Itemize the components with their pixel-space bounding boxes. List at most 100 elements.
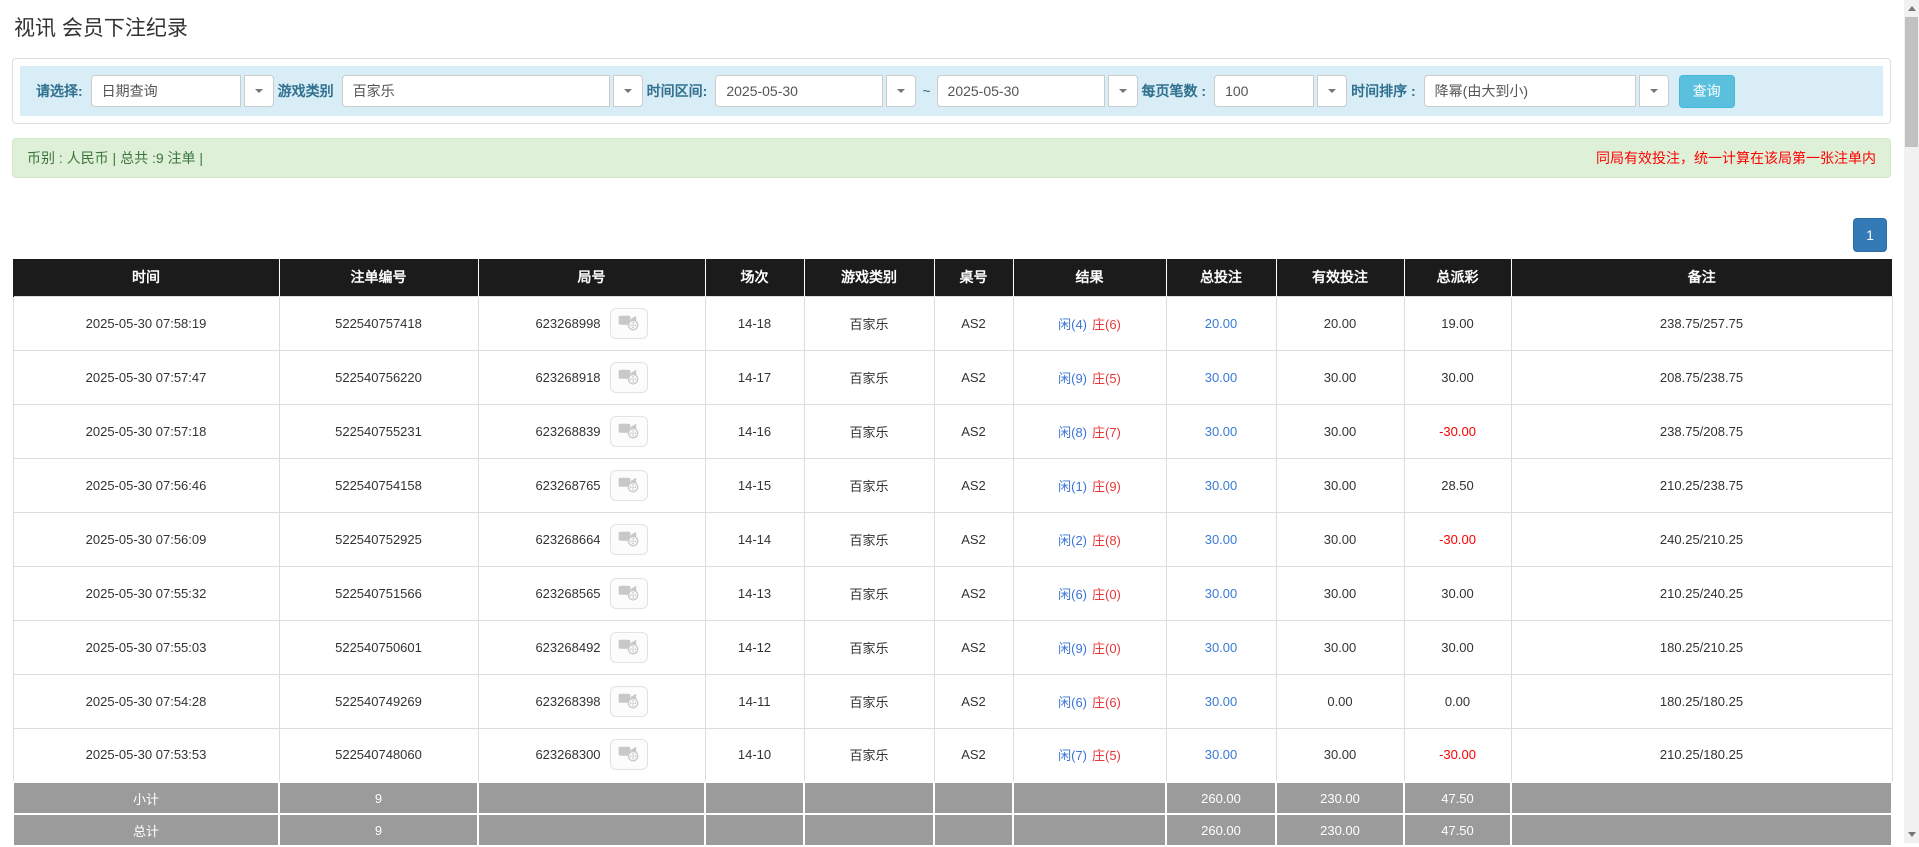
table-row: 2025-05-30 07:57:18522540755231623268839… bbox=[13, 404, 1892, 458]
video-replay-button[interactable] bbox=[610, 739, 648, 770]
cell-total-bet: 30.00 bbox=[1166, 350, 1276, 404]
video-replay-button[interactable] bbox=[610, 362, 648, 393]
game-type-select[interactable]: 百家乐 bbox=[342, 75, 643, 107]
video-replay-button[interactable] bbox=[610, 524, 648, 555]
footer-count: 9 bbox=[279, 782, 478, 814]
caret-down-icon[interactable] bbox=[613, 75, 643, 107]
column-header: 有效投注 bbox=[1276, 259, 1404, 296]
cell-game-type: 百家乐 bbox=[804, 350, 934, 404]
table-header-row: 时间注单编号局号场次游戏类别桌号结果总投注有效投注总派彩备注 bbox=[13, 259, 1892, 296]
result-banker: 庄(5) bbox=[1092, 748, 1121, 763]
same-round-notice: 同局有效投注，统一计算在该局第一张注单内 bbox=[1596, 148, 1876, 168]
column-header: 时间 bbox=[13, 259, 279, 296]
round-number: 623268664 bbox=[535, 532, 600, 547]
video-replay-button[interactable] bbox=[610, 308, 648, 339]
footer-empty bbox=[804, 814, 934, 846]
cell-total-bet: 30.00 bbox=[1166, 728, 1276, 782]
scroll-down-icon[interactable] bbox=[1904, 826, 1919, 843]
cell-result: 闲(1)庄(9) bbox=[1013, 458, 1166, 512]
total-bet-link[interactable]: 30.00 bbox=[1205, 640, 1238, 655]
search-button[interactable]: 查询 bbox=[1679, 75, 1735, 108]
total-bet-link[interactable]: 30.00 bbox=[1205, 424, 1238, 439]
result-player: 闲(9) bbox=[1058, 371, 1087, 386]
video-replay-button[interactable] bbox=[610, 578, 648, 609]
total-bet-link[interactable]: 30.00 bbox=[1205, 532, 1238, 547]
cell-remark: 180.25/210.25 bbox=[1511, 620, 1892, 674]
cell-table-no: AS2 bbox=[934, 620, 1013, 674]
cell-total-bet: 30.00 bbox=[1166, 620, 1276, 674]
query-type-select[interactable]: 日期查询 bbox=[91, 75, 274, 107]
scrollbar-thumb[interactable] bbox=[1905, 17, 1918, 147]
footer-empty bbox=[478, 814, 705, 846]
video-replay-button[interactable] bbox=[610, 416, 648, 447]
video-replay-button[interactable] bbox=[610, 632, 648, 663]
caret-down-icon[interactable] bbox=[1317, 75, 1347, 107]
cell-round: 623268765 bbox=[478, 458, 705, 512]
cell-game-type: 百家乐 bbox=[804, 674, 934, 728]
scrollbar[interactable] bbox=[1904, 0, 1919, 843]
cell-valid-bet: 20.00 bbox=[1276, 296, 1404, 350]
table-row: 2025-05-30 07:56:46522540754158623268765… bbox=[13, 458, 1892, 512]
round-wrap: 623268998 bbox=[483, 308, 701, 339]
page-size-select[interactable]: 100 bbox=[1214, 75, 1347, 107]
video-replay-icon bbox=[618, 529, 640, 550]
footer-empty bbox=[705, 814, 804, 846]
total-bet-link[interactable]: 30.00 bbox=[1205, 694, 1238, 709]
cell-payout: 30.00 bbox=[1404, 350, 1511, 404]
page-size-label: 每页笔数 : bbox=[1142, 81, 1207, 101]
result-player: 闲(9) bbox=[1058, 641, 1087, 656]
caret-down-icon[interactable] bbox=[1639, 75, 1669, 107]
round-number: 623268765 bbox=[535, 478, 600, 493]
page: 视讯 会员下注纪录 请选择: 日期查询 游戏类别 百家乐 时间区间: 2025-… bbox=[0, 0, 1919, 847]
round-number: 623268398 bbox=[535, 694, 600, 709]
cell-table-no: AS2 bbox=[934, 350, 1013, 404]
total-bet-link[interactable]: 30.00 bbox=[1205, 370, 1238, 385]
total-bet-link[interactable]: 30.00 bbox=[1205, 747, 1238, 762]
result-player: 闲(4) bbox=[1058, 317, 1087, 332]
cell-payout: 30.00 bbox=[1404, 620, 1511, 674]
cell-round: 623268839 bbox=[478, 404, 705, 458]
caret-down-icon[interactable] bbox=[1108, 75, 1138, 107]
cell-time: 2025-05-30 07:57:47 bbox=[13, 350, 279, 404]
cell-time: 2025-05-30 07:56:09 bbox=[13, 512, 279, 566]
total-bet-link[interactable]: 30.00 bbox=[1205, 586, 1238, 601]
footer-total-bet: 260.00 bbox=[1166, 814, 1276, 846]
footer-total-bet: 260.00 bbox=[1166, 782, 1276, 814]
date-to-select[interactable]: 2025-05-30 bbox=[937, 75, 1138, 107]
filter-bar: 请选择: 日期查询 游戏类别 百家乐 时间区间: 2025-05-30 ~ 20… bbox=[20, 66, 1883, 116]
cell-table-no: AS2 bbox=[934, 512, 1013, 566]
table-row: 2025-05-30 07:55:32522540751566623268565… bbox=[13, 566, 1892, 620]
round-wrap: 623268565 bbox=[483, 578, 701, 609]
video-replay-button[interactable] bbox=[610, 470, 648, 501]
date-from-select[interactable]: 2025-05-30 bbox=[715, 75, 916, 107]
cell-table-no: AS2 bbox=[934, 404, 1013, 458]
time-sort-label: 时间排序 : bbox=[1351, 81, 1416, 101]
cell-result: 闲(7) 庄(5) bbox=[1013, 728, 1166, 782]
cell-bet-id: 522540754158 bbox=[279, 458, 478, 512]
result-banker: 庄(8) bbox=[1092, 533, 1121, 548]
footer-valid-bet: 230.00 bbox=[1276, 782, 1404, 814]
cell-payout: 0.00 bbox=[1404, 674, 1511, 728]
bet-records-table: 时间注单编号局号场次游戏类别桌号结果总投注有效投注总派彩备注 2025-05-3… bbox=[12, 259, 1893, 847]
cell-time: 2025-05-30 07:55:03 bbox=[13, 620, 279, 674]
scroll-up-icon[interactable] bbox=[1904, 0, 1919, 17]
cell-session: 14-17 bbox=[705, 350, 804, 404]
video-replay-button[interactable] bbox=[610, 686, 648, 717]
video-replay-icon bbox=[618, 637, 640, 658]
caret-down-icon[interactable] bbox=[244, 75, 274, 107]
video-replay-icon bbox=[618, 313, 640, 334]
video-replay-icon bbox=[618, 744, 640, 765]
summary-row: 总计9260.00230.0047.50 bbox=[13, 814, 1892, 846]
result-player: 闲(7) bbox=[1058, 748, 1087, 763]
caret-down-icon[interactable] bbox=[886, 75, 916, 107]
total-bet-link[interactable]: 30.00 bbox=[1205, 478, 1238, 493]
cell-payout: 28.50 bbox=[1404, 458, 1511, 512]
total-bet-link[interactable]: 20.00 bbox=[1205, 316, 1238, 331]
page-button-1[interactable]: 1 bbox=[1853, 218, 1887, 252]
date-to-value: 2025-05-30 bbox=[937, 75, 1105, 107]
footer-count: 9 bbox=[279, 814, 478, 846]
cell-payout: -30.00 bbox=[1404, 512, 1511, 566]
time-sort-select[interactable]: 降幂(由大到小) bbox=[1424, 75, 1669, 107]
cell-total-bet: 30.00 bbox=[1166, 404, 1276, 458]
cell-total-bet: 20.00 bbox=[1166, 296, 1276, 350]
